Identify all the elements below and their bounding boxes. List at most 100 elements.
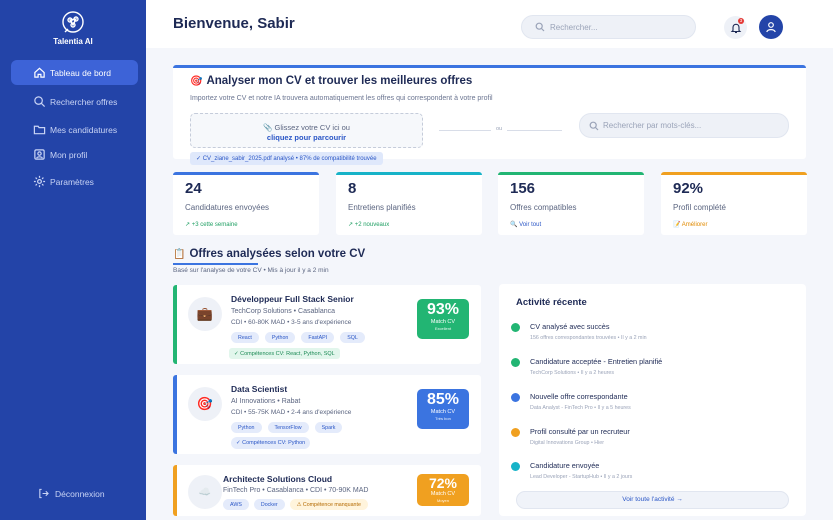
stat-trend: ↗ +2 nouveaux bbox=[348, 222, 390, 228]
cv-analyzed-status: ✓ CV_ziane_sabir_2025.pdf analysé • 87% … bbox=[190, 152, 383, 165]
stat-label: Entretiens planifiés bbox=[348, 203, 416, 212]
activity-text: Nouvelle offre correspondante bbox=[530, 392, 628, 401]
logout-icon bbox=[39, 488, 49, 499]
stat-trend: ↗ +3 cette semaine bbox=[185, 222, 238, 228]
improve-link[interactable]: 📝 Améliorer bbox=[673, 221, 707, 228]
match-rating: Très bon bbox=[435, 416, 451, 421]
logout-button[interactable]: Déconnexion bbox=[38, 488, 105, 499]
stat-card-profile: 92% Profil complété 📝 Améliorer bbox=[661, 172, 807, 235]
clipboard-icon: 📋 bbox=[173, 248, 186, 260]
activity-subtext: TechCorp Solutions • Il y a 2 heures bbox=[530, 370, 614, 376]
offer-title[interactable]: Architecte Solutions Cloud bbox=[223, 474, 332, 484]
sidebar-item-settings[interactable]: Paramètres bbox=[11, 169, 138, 194]
logo[interactable]: Talentia AI bbox=[0, 10, 146, 46]
skill-tag: TensorFlow bbox=[267, 422, 309, 433]
activity-subtext: Lead Developer - StartupHub • Il y a 2 j… bbox=[530, 474, 633, 480]
offer-company: TechCorp Solutions • Casablanca bbox=[231, 308, 336, 315]
stat-card-applications: 24 Candidatures envoyées ↗ +3 cette sema… bbox=[173, 172, 319, 235]
profile-icon bbox=[34, 149, 45, 160]
cv-section-subtitle: Importez votre CV et notre IA trouvera a… bbox=[190, 95, 493, 102]
keyword-search-input[interactable]: Rechercher par mots-clés... bbox=[579, 113, 789, 138]
activity-text: Candidature acceptée - Entretien planifi… bbox=[530, 357, 663, 366]
status-dot bbox=[511, 462, 520, 471]
recent-activity-panel: Activité récente CV analysé avec succès … bbox=[499, 284, 806, 516]
sidebar-item-profile[interactable]: Mon profil bbox=[11, 142, 138, 167]
match-percent: 85% bbox=[426, 391, 460, 408]
notification-badge: 3 bbox=[738, 18, 744, 24]
stat-value: 92% bbox=[673, 180, 704, 197]
skill-tag: AWS bbox=[223, 499, 249, 510]
view-all-activity-button[interactable]: Voir toute l'activité → bbox=[516, 491, 789, 509]
match-score-badge: 85% Match CV Très bon bbox=[417, 389, 469, 429]
sidebar-item-search-offers[interactable]: Rechercher offres bbox=[11, 89, 138, 114]
skill-tag: React bbox=[231, 332, 259, 343]
status-dot bbox=[511, 428, 520, 437]
match-percent: 72% bbox=[428, 475, 458, 491]
stat-value: 156 bbox=[510, 180, 536, 197]
sidebar-item-applications[interactable]: Mes candidatures bbox=[11, 117, 138, 142]
offer-company: AI Innovations • Rabat bbox=[231, 398, 301, 405]
offer-meta: CDI • 60-80K MAD • 3-5 ans d'expérience bbox=[231, 319, 352, 326]
activity-title: Activité récente bbox=[516, 297, 587, 308]
match-rating: Excellent bbox=[434, 326, 452, 331]
activity-subtext: Digital Innovations Group • Hier bbox=[530, 440, 604, 446]
offer-title[interactable]: Data Scientist bbox=[231, 384, 287, 394]
sidebar: Talentia AI Tableau de bord Rechercher o… bbox=[0, 0, 146, 520]
offer-title[interactable]: Développeur Full Stack Senior bbox=[231, 294, 354, 304]
brain-logo-icon bbox=[62, 11, 84, 33]
match-percent: 93% bbox=[426, 301, 460, 318]
page-title: Bienvenue, Sabir bbox=[173, 15, 295, 32]
stat-label: Candidatures envoyées bbox=[185, 203, 270, 212]
skill-tag: Python bbox=[264, 332, 296, 343]
status-dot bbox=[511, 358, 520, 367]
stat-card-compatible-offers: 156 Offres compatibles 🔍 Voir tout bbox=[498, 172, 644, 235]
view-all-link[interactable]: 🔍 Voir tout bbox=[510, 221, 541, 228]
search-icon bbox=[589, 121, 599, 130]
sidebar-item-label: Mes candidatures bbox=[50, 124, 118, 135]
offer-company: FinTech Pro • Casablanca • CDI • 70-90K … bbox=[223, 487, 369, 494]
activity-text: Profil consulté par un recruteur bbox=[530, 427, 630, 436]
offers-section-title: 📋 Offres analysées selon votre CV bbox=[173, 248, 365, 260]
match-rating: Moyen bbox=[436, 498, 449, 503]
top-header: Bienvenue, Sabir Rechercher... 3 bbox=[146, 0, 833, 48]
target-icon: 🎯 bbox=[188, 387, 222, 421]
offers-title-text: Offres analysées selon votre CV bbox=[189, 248, 366, 260]
search-icon bbox=[34, 96, 46, 108]
header-search-input[interactable]: Rechercher... bbox=[521, 15, 696, 39]
stat-label: Offres compatibles bbox=[510, 203, 577, 212]
match-score-badge: 72% Match CV Moyen bbox=[417, 474, 469, 506]
search-icon bbox=[535, 22, 545, 32]
logout-label: Déconnexion bbox=[55, 488, 105, 499]
offer-card[interactable]: 🎯 Data Scientist AI Innovations • Rabat … bbox=[173, 375, 481, 454]
offer-tags: React Python FastAPI SQL bbox=[231, 332, 365, 343]
activity-text: CV analysé avec succès bbox=[530, 322, 610, 331]
activity-subtext: Data Analyst - FinTech Pro • Il y a 5 he… bbox=[530, 405, 631, 411]
browse-link[interactable]: cliquez pour parcourir bbox=[191, 133, 422, 143]
cloud-icon: ☁️ bbox=[188, 475, 222, 509]
keyword-search-placeholder: Rechercher par mots-clés... bbox=[603, 121, 702, 130]
offer-card[interactable]: ☁️ Architecte Solutions Cloud FinTech Pr… bbox=[173, 465, 481, 516]
sidebar-item-dashboard[interactable]: Tableau de bord bbox=[11, 60, 138, 85]
cv-dropzone[interactable]: 📎 Glissez votre CV ici ou cliquez pour p… bbox=[190, 113, 423, 148]
offer-tags: AWS Docker ⚠ Compétence manquante bbox=[223, 499, 368, 510]
paperclip-icon: 📎 bbox=[263, 123, 273, 132]
user-avatar[interactable] bbox=[759, 15, 783, 39]
skill-tag: SQL bbox=[340, 332, 365, 343]
cv-skills-match: ✓ Compétences CV: React, Python, SQL bbox=[229, 348, 340, 359]
offers-section-subtitle: Basé sur l'analyse de votre CV • Mis à j… bbox=[173, 267, 329, 274]
status-dot bbox=[511, 393, 520, 402]
notifications-button[interactable]: 3 bbox=[724, 16, 747, 39]
home-icon bbox=[34, 67, 45, 78]
stat-label: Profil complété bbox=[673, 203, 726, 212]
stat-card-interviews: 8 Entretiens planifiés ↗ +2 nouveaux bbox=[336, 172, 482, 235]
sidebar-item-label: Paramètres bbox=[50, 176, 94, 187]
activity-subtext: 156 offres correspondantes trouvées • Il… bbox=[530, 335, 647, 341]
sidebar-item-label: Tableau de bord bbox=[50, 67, 111, 78]
match-label: Match CV bbox=[430, 409, 456, 415]
skill-tag: FastAPI bbox=[301, 332, 335, 343]
or-separator: ou bbox=[491, 126, 508, 132]
sidebar-item-label: Mon profil bbox=[50, 149, 88, 160]
cv-skills-match: ✓ Compétences CV: Python bbox=[231, 437, 311, 449]
sidebar-item-label: Rechercher offres bbox=[50, 96, 118, 107]
offer-card[interactable]: 💼 Développeur Full Stack Senior TechCorp… bbox=[173, 285, 481, 364]
